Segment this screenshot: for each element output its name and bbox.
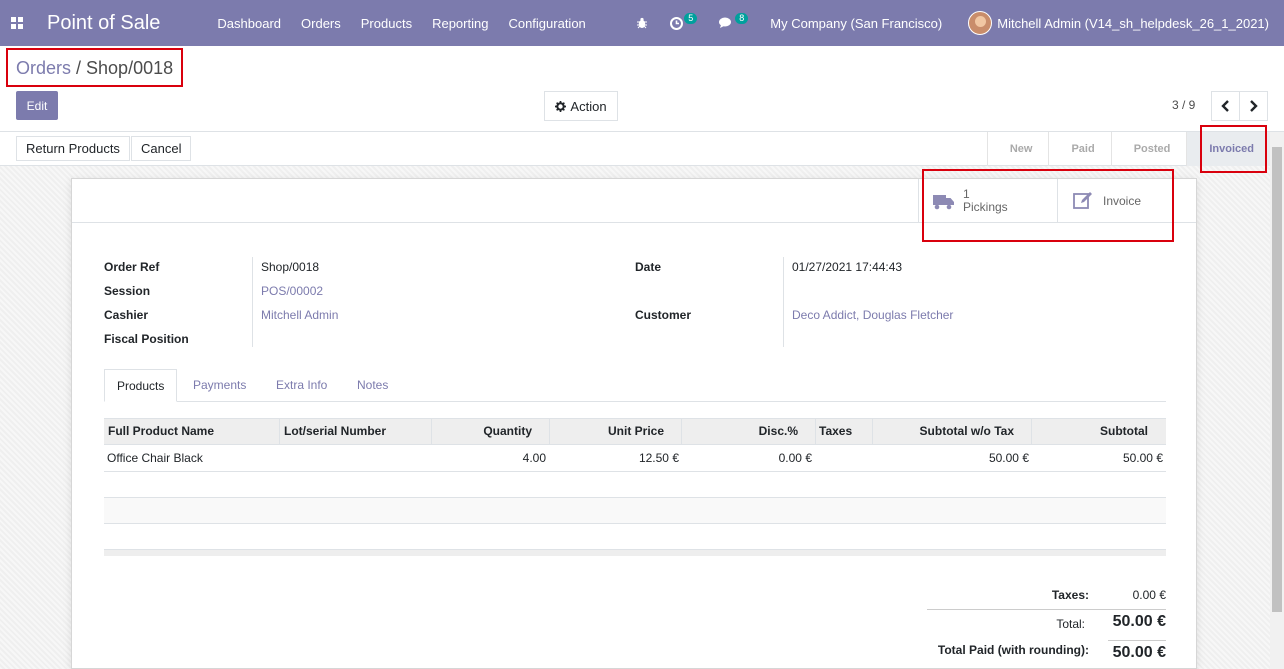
session-label: Session xyxy=(104,284,151,298)
field-separator-right xyxy=(783,257,784,347)
cashier-label: Cashier xyxy=(104,308,149,322)
col-subtotal-wo-tax[interactable]: Subtotal w/o Tax xyxy=(920,419,1014,444)
stage-paid: Paid xyxy=(1048,132,1110,166)
customer-link[interactable]: Deco Addict, Douglas Fletcher xyxy=(792,308,953,322)
total-label: Total: xyxy=(1056,617,1085,631)
col-unit-price[interactable]: Unit Price xyxy=(608,419,664,444)
menu-configuration[interactable]: Configuration xyxy=(508,16,585,31)
col-discount[interactable]: Disc.% xyxy=(759,419,798,444)
col-divider xyxy=(431,419,432,444)
control-panel: Orders / Shop/0018 Edit Action 3 / 9 xyxy=(0,46,1284,132)
activity-clock-icon[interactable]: 5 xyxy=(670,12,698,30)
total-paid-value: 50.00 € xyxy=(1112,644,1166,661)
status-bar: Return Products Cancel New Paid Posted I… xyxy=(0,132,1284,166)
menu-orders[interactable]: Orders xyxy=(301,16,341,31)
total-paid-label: Total Paid (with rounding): xyxy=(937,643,1089,657)
col-lot-serial[interactable]: Lot/serial Number xyxy=(284,419,386,444)
table-row-empty xyxy=(104,524,1166,550)
fiscal-position-label: Fiscal Position xyxy=(104,332,189,346)
cell-subtotal-wo-tax: 50.00 € xyxy=(988,451,1029,465)
col-taxes[interactable]: Taxes xyxy=(819,419,852,444)
activity-badge: 5 xyxy=(684,12,698,24)
vertical-scrollbar[interactable] xyxy=(1270,132,1284,669)
edit-button[interactable]: Edit xyxy=(16,91,58,120)
col-product-name[interactable]: Full Product Name xyxy=(108,419,214,444)
col-divider xyxy=(872,419,873,444)
table-row[interactable]: Office Chair Black 4.00 12.50 € 0.00 € 5… xyxy=(104,446,1166,472)
gear-icon xyxy=(555,100,567,112)
tab-extra-info[interactable]: Extra Info xyxy=(264,369,339,402)
table-row-empty xyxy=(104,472,1166,498)
messages-badge: 8 xyxy=(735,12,749,24)
field-separator-left xyxy=(252,257,253,347)
scrollbar-thumb[interactable] xyxy=(1272,147,1282,612)
action-label: Action xyxy=(570,98,607,114)
apps-menu-icon[interactable] xyxy=(11,17,23,29)
app-title[interactable]: Point of Sale xyxy=(47,12,160,35)
cashier-link[interactable]: Mitchell Admin xyxy=(261,308,338,322)
top-navbar: Point of Sale Dashboard Orders Products … xyxy=(0,0,1284,46)
col-quantity[interactable]: Quantity xyxy=(483,419,532,444)
taxes-total-label: Taxes: xyxy=(1051,588,1089,602)
col-divider xyxy=(681,419,682,444)
stage-new: New xyxy=(986,132,1049,166)
col-divider xyxy=(549,419,550,444)
messages-chat-icon[interactable]: 8 xyxy=(719,12,749,29)
company-switcher[interactable]: My Company (San Francisco) xyxy=(770,16,942,31)
pager-value[interactable]: 3 / 9 xyxy=(1172,98,1195,112)
menu-dashboard[interactable]: Dashboard xyxy=(217,16,281,31)
totals-divider xyxy=(927,609,1166,610)
cell-subtotal: 50.00 € xyxy=(1122,451,1163,465)
session-link[interactable]: POS/00002 xyxy=(261,284,323,298)
pager-previous-chevron-icon[interactable] xyxy=(1212,92,1240,120)
menu-reporting[interactable]: Reporting xyxy=(432,16,488,31)
col-divider xyxy=(279,419,280,444)
tab-notes[interactable]: Notes xyxy=(345,369,400,402)
table-row-empty xyxy=(104,498,1166,524)
action-button[interactable]: Action xyxy=(544,91,618,121)
systray: 5 8 My Company (San Francisco) Mitchell … xyxy=(636,0,1284,46)
debug-bug-icon[interactable] xyxy=(636,17,648,29)
cell-product-name: Office Chair Black xyxy=(107,451,203,465)
total-value: 50.00 € xyxy=(1112,613,1166,630)
cancel-button[interactable]: Cancel xyxy=(131,136,192,161)
return-products-button[interactable]: Return Products xyxy=(16,136,130,161)
cell-discount: 0.00 € xyxy=(778,451,812,465)
customer-label: Customer xyxy=(635,308,692,322)
date-value: 01/27/2021 17:44:43 xyxy=(792,260,903,274)
highlight-smart-buttons xyxy=(922,169,1174,242)
tab-payments[interactable]: Payments xyxy=(181,369,258,402)
order-ref-label: Order Ref xyxy=(104,260,160,274)
col-divider xyxy=(815,419,816,444)
user-avatar[interactable] xyxy=(968,11,993,35)
form-sheet: 1 Pickings Invoice Order Ref Shop/0018 S… xyxy=(71,178,1197,669)
lines-table-header: Full Product Name Lot/serial Number Quan… xyxy=(104,418,1166,445)
col-subtotal[interactable]: Subtotal xyxy=(1100,419,1148,444)
order-ref-value: Shop/0018 xyxy=(261,260,320,274)
pager-next-chevron-icon[interactable] xyxy=(1240,92,1267,120)
date-label: Date xyxy=(635,260,662,274)
main-menu: Dashboard Orders Products Reporting Conf… xyxy=(217,16,605,31)
taxes-total-value: 0.00 € xyxy=(1132,588,1166,602)
cell-unit-price: 12.50 € xyxy=(638,451,679,465)
lines-table-footer xyxy=(104,549,1166,556)
highlight-breadcrumb xyxy=(6,48,183,87)
cell-quantity: 4.00 xyxy=(522,451,546,465)
col-divider xyxy=(1031,419,1032,444)
stage-posted: Posted xyxy=(1110,132,1187,166)
tab-products[interactable]: Products xyxy=(104,369,178,402)
menu-products[interactable]: Products xyxy=(361,16,412,31)
user-menu[interactable]: Mitchell Admin (V14_sh_helpdesk_26_1_202… xyxy=(997,16,1269,31)
pager-buttons xyxy=(1211,91,1268,121)
totals-divider xyxy=(1108,640,1166,641)
highlight-invoiced-stage xyxy=(1200,125,1267,173)
notebook-tabs: Products Payments Extra Info Notes xyxy=(104,369,1166,402)
